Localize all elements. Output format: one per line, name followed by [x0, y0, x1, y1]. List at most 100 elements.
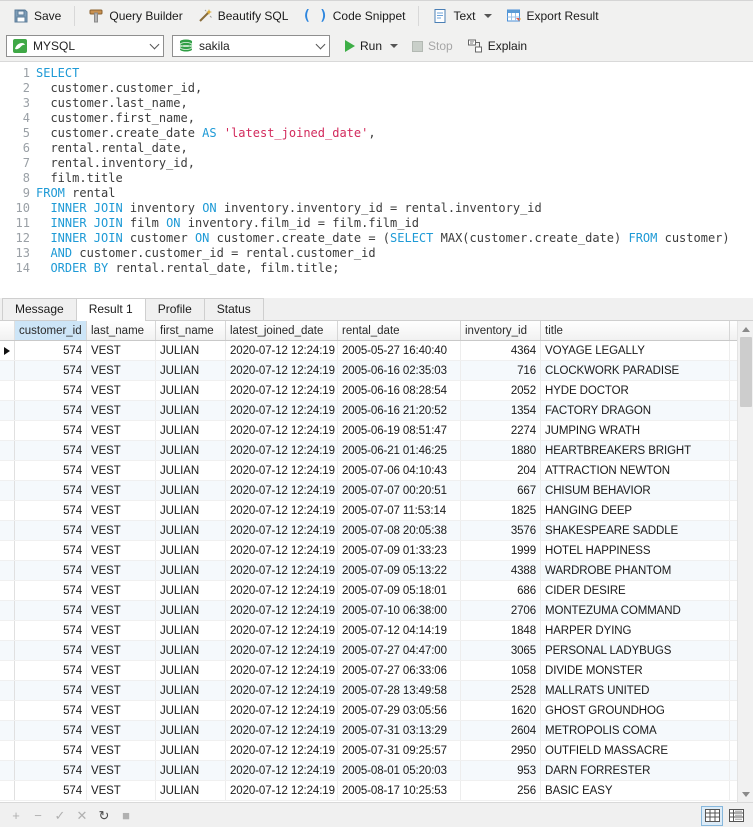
cell-latest_joined_date[interactable]: 2020-07-12 12:24:19 — [226, 701, 338, 720]
cell-last_name[interactable]: VEST — [87, 541, 156, 560]
cell-inventory_id[interactable]: 256 — [461, 781, 541, 800]
table-row[interactable]: 574 VEST JULIAN 2020-07-12 12:24:19 2005-05-… — [0, 341, 737, 361]
cell-rental_date[interactable]: 2005-06-16 08:28:54 — [338, 381, 461, 400]
cell-inventory_id[interactable]: 686 — [461, 581, 541, 600]
cell-customer_id[interactable]: 574 — [15, 561, 87, 580]
table-row[interactable]: 574 VEST JULIAN 2020-07-12 12:24:19 2005-06-… — [0, 401, 737, 421]
cell-latest_joined_date[interactable]: 2020-07-12 12:24:19 — [226, 381, 338, 400]
cell-first_name[interactable]: JULIAN — [156, 561, 226, 580]
cell-inventory_id[interactable]: 667 — [461, 481, 541, 500]
table-row[interactable]: 574 VEST JULIAN 2020-07-12 12:24:19 2005-08-… — [0, 761, 737, 781]
cell-first_name[interactable]: JULIAN — [156, 661, 226, 680]
cell-first_name[interactable]: JULIAN — [156, 461, 226, 480]
cell-title[interactable]: PERSONAL LADYBUGS — [541, 641, 730, 660]
cell-last_name[interactable]: VEST — [87, 421, 156, 440]
cell-title[interactable]: JUMPING WRATH — [541, 421, 730, 440]
cell-last_name[interactable]: VEST — [87, 781, 156, 800]
table-row[interactable]: 574 VEST JULIAN 2020-07-12 12:24:19 2005-06-… — [0, 441, 737, 461]
cell-title[interactable]: METROPOLIS COMA — [541, 721, 730, 740]
cell-rental_date[interactable]: 2005-07-28 13:49:58 — [338, 681, 461, 700]
cell-first_name[interactable]: JULIAN — [156, 641, 226, 660]
cell-first_name[interactable]: JULIAN — [156, 401, 226, 420]
cell-title[interactable]: HOTEL HAPPINESS — [541, 541, 730, 560]
cell-first_name[interactable]: JULIAN — [156, 361, 226, 380]
table-row[interactable]: 574 VEST JULIAN 2020-07-12 12:24:19 2005-07-… — [0, 701, 737, 721]
cell-latest_joined_date[interactable]: 2020-07-12 12:24:19 — [226, 541, 338, 560]
cell-last_name[interactable]: VEST — [87, 561, 156, 580]
cell-customer_id[interactable]: 574 — [15, 721, 87, 740]
table-row[interactable]: 574 VEST JULIAN 2020-07-12 12:24:19 2005-07-… — [0, 681, 737, 701]
apply-changes-button[interactable]: ✓ — [50, 807, 70, 825]
cell-rental_date[interactable]: 2005-08-01 05:20:03 — [338, 761, 461, 780]
cell-first_name[interactable]: JULIAN — [156, 601, 226, 620]
tab-message[interactable]: Message — [2, 298, 77, 320]
run-button[interactable]: Run — [338, 36, 405, 56]
cell-rental_date[interactable]: 2005-07-27 04:47:00 — [338, 641, 461, 660]
cell-customer_id[interactable]: 574 — [15, 741, 87, 760]
cell-rental_date[interactable]: 2005-05-27 16:40:40 — [338, 341, 461, 360]
cell-customer_id[interactable]: 574 — [15, 701, 87, 720]
refresh-button[interactable]: ↻ — [94, 807, 114, 825]
database-select[interactable]: sakila — [172, 35, 330, 57]
cell-customer_id[interactable]: 574 — [15, 601, 87, 620]
table-row[interactable]: 574 VEST JULIAN 2020-07-12 12:24:19 2005-07-… — [0, 661, 737, 681]
column-header-latest_joined_date[interactable]: latest_joined_date — [226, 321, 338, 340]
cell-title[interactable]: WARDROBE PHANTOM — [541, 561, 730, 580]
table-row[interactable]: 574 VEST JULIAN 2020-07-12 12:24:19 2005-07-… — [0, 581, 737, 601]
discard-changes-button[interactable]: ✕ — [72, 807, 92, 825]
cell-rental_date[interactable]: 2005-07-06 04:10:43 — [338, 461, 461, 480]
cell-customer_id[interactable]: 574 — [15, 421, 87, 440]
cell-rental_date[interactable]: 2005-06-19 08:51:47 — [338, 421, 461, 440]
cell-inventory_id[interactable]: 2528 — [461, 681, 541, 700]
cell-title[interactable]: CIDER DESIRE — [541, 581, 730, 600]
cell-latest_joined_date[interactable]: 2020-07-12 12:24:19 — [226, 341, 338, 360]
table-row[interactable]: 574 VEST JULIAN 2020-07-12 12:24:19 2005-07-… — [0, 481, 737, 501]
cell-first_name[interactable]: JULIAN — [156, 761, 226, 780]
cell-inventory_id[interactable]: 716 — [461, 361, 541, 380]
cell-first_name[interactable]: JULIAN — [156, 421, 226, 440]
cell-customer_id[interactable]: 574 — [15, 661, 87, 680]
beautify-sql-button[interactable]: Beautify SQL — [190, 5, 296, 27]
cell-rental_date[interactable]: 2005-06-16 21:20:52 — [338, 401, 461, 420]
table-row[interactable]: 574 VEST JULIAN 2020-07-12 12:24:19 2005-06-… — [0, 421, 737, 441]
cell-inventory_id[interactable]: 2274 — [461, 421, 541, 440]
cell-inventory_id[interactable]: 4388 — [461, 561, 541, 580]
table-row[interactable]: 574 VEST JULIAN 2020-07-12 12:24:19 2005-07-… — [0, 561, 737, 581]
cell-customer_id[interactable]: 574 — [15, 361, 87, 380]
table-row[interactable]: 574 VEST JULIAN 2020-07-12 12:24:19 2005-07-… — [0, 601, 737, 621]
cell-latest_joined_date[interactable]: 2020-07-12 12:24:19 — [226, 681, 338, 700]
cell-rental_date[interactable]: 2005-06-21 01:46:25 — [338, 441, 461, 460]
cell-latest_joined_date[interactable]: 2020-07-12 12:24:19 — [226, 661, 338, 680]
cell-customer_id[interactable]: 574 — [15, 541, 87, 560]
cell-last_name[interactable]: VEST — [87, 621, 156, 640]
cell-latest_joined_date[interactable]: 2020-07-12 12:24:19 — [226, 621, 338, 640]
cell-customer_id[interactable]: 574 — [15, 641, 87, 660]
cell-rental_date[interactable]: 2005-07-09 05:13:22 — [338, 561, 461, 580]
table-row[interactable]: 574 VEST JULIAN 2020-07-12 12:24:19 2005-07-… — [0, 501, 737, 521]
cell-latest_joined_date[interactable]: 2020-07-12 12:24:19 — [226, 601, 338, 620]
delete-record-button[interactable]: − — [28, 807, 48, 825]
cell-first_name[interactable]: JULIAN — [156, 381, 226, 400]
cell-latest_joined_date[interactable]: 2020-07-12 12:24:19 — [226, 521, 338, 540]
cell-first_name[interactable]: JULIAN — [156, 721, 226, 740]
cell-first_name[interactable]: JULIAN — [156, 701, 226, 720]
scrollbar-thumb[interactable] — [739, 337, 752, 407]
cell-inventory_id[interactable]: 2706 — [461, 601, 541, 620]
table-row[interactable]: 574 VEST JULIAN 2020-07-12 12:24:19 2005-08-… — [0, 781, 737, 801]
scroll-up-button[interactable] — [738, 321, 753, 337]
cell-rental_date[interactable]: 2005-06-16 02:35:03 — [338, 361, 461, 380]
cell-customer_id[interactable]: 574 — [15, 621, 87, 640]
cell-inventory_id[interactable]: 1999 — [461, 541, 541, 560]
cell-title[interactable]: FACTORY DRAGON — [541, 401, 730, 420]
cell-customer_id[interactable]: 574 — [15, 461, 87, 480]
cell-first_name[interactable]: JULIAN — [156, 781, 226, 800]
cell-inventory_id[interactable]: 1058 — [461, 661, 541, 680]
cell-customer_id[interactable]: 574 — [15, 481, 87, 500]
cell-customer_id[interactable]: 574 — [15, 341, 87, 360]
cell-inventory_id[interactable]: 1825 — [461, 501, 541, 520]
cell-last_name[interactable]: VEST — [87, 341, 156, 360]
cell-customer_id[interactable]: 574 — [15, 581, 87, 600]
grid-view-button[interactable] — [701, 805, 723, 826]
cell-title[interactable]: GHOST GROUNDHOG — [541, 701, 730, 720]
column-header-inventory_id[interactable]: inventory_id — [461, 321, 541, 340]
